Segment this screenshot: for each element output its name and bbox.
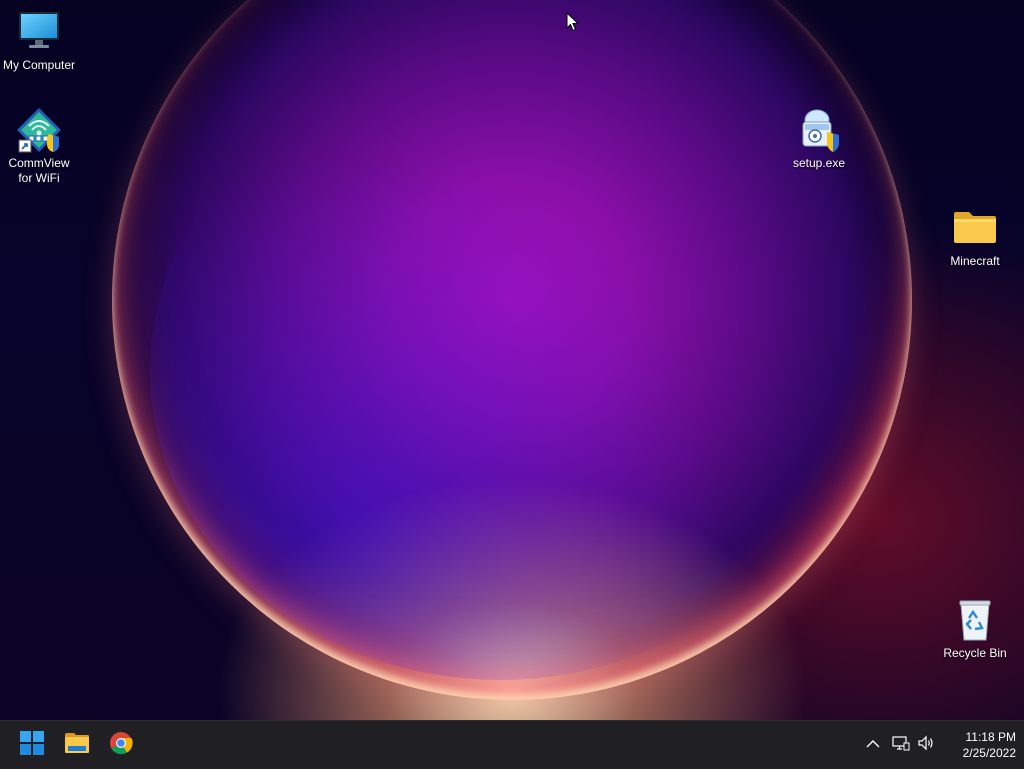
recycle-bin-icon — [951, 596, 999, 644]
taskbar-chrome-button[interactable] — [103, 727, 139, 763]
desktop-icon-label: My Computer — [2, 58, 76, 72]
taskbar-file-explorer-button[interactable] — [59, 727, 95, 763]
desktop-icon-my-computer[interactable]: My Computer — [0, 8, 78, 73]
clock-date: 2/25/2022 — [962, 746, 1016, 760]
taskbar: 11:18 PM 2/25/2022 — [0, 720, 1024, 769]
folder-icon — [951, 204, 999, 252]
tray-volume-button[interactable] — [915, 721, 937, 769]
desktop-icon-label: setup.exe — [792, 156, 846, 170]
desktop-icon-minecraft-folder[interactable]: Minecraft — [936, 204, 1014, 269]
desktop-icon-label: Minecraft — [950, 254, 1000, 268]
taskbar-clock[interactable]: 11:18 PM 2/25/2022 — [944, 729, 1016, 761]
chevron-up-icon — [866, 736, 880, 754]
clock-time: 11:18 PM — [965, 730, 1016, 744]
desktop-background: My Computer CommView for WiFi setup.exe … — [0, 0, 1024, 720]
tray-overflow-button[interactable] — [862, 721, 884, 769]
desktop-icon-recycle-bin[interactable]: Recycle Bin — [936, 596, 1014, 661]
windows-start-icon — [20, 730, 44, 760]
volume-icon — [917, 735, 935, 756]
desktop-icon-commview[interactable]: CommView for WiFi — [0, 106, 78, 186]
start-button[interactable] — [14, 727, 50, 763]
installer-icon — [795, 106, 843, 154]
network-icon — [892, 735, 910, 756]
wallpaper-glow — [150, 60, 850, 680]
desktop-icon-label: Recycle Bin — [943, 646, 1007, 660]
desktop-icon-label: CommView — [8, 156, 70, 170]
desktop-icon-setup-exe[interactable]: setup.exe — [780, 106, 858, 171]
mouse-cursor — [566, 11, 580, 32]
chrome-icon — [109, 731, 133, 760]
wallpaper-orb — [112, 0, 912, 700]
commview-icon — [15, 106, 63, 154]
monitor-icon — [15, 8, 63, 56]
tray-network-button[interactable] — [890, 721, 912, 769]
desktop-icon-label-line2: for WiFi — [18, 171, 60, 185]
file-explorer-icon — [64, 731, 90, 760]
